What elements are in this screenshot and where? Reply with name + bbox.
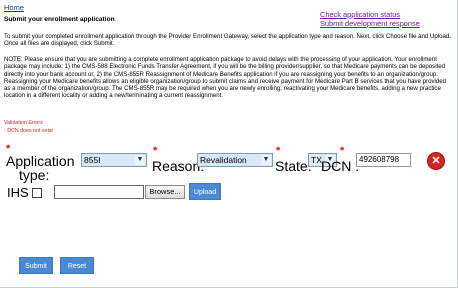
home-link[interactable]: Home xyxy=(4,3,24,12)
dcn-input[interactable]: 492608798 xyxy=(356,153,411,167)
chevron-down-icon: ▼ xyxy=(135,155,145,165)
note-text: NOTE: Please ensure that you are submitt… xyxy=(4,56,447,100)
application-type-label-2: type: xyxy=(19,167,50,183)
state-label: State: xyxy=(275,158,312,174)
error-icon: ✕ xyxy=(428,153,444,169)
browse-button[interactable]: Browse... xyxy=(145,185,185,199)
application-type-value: 855I xyxy=(84,155,101,165)
application-type-label: Application xyxy=(6,153,75,169)
required-marker: * xyxy=(153,145,158,157)
header-links: Check application status Submit developm… xyxy=(320,10,420,28)
ihs-checkbox[interactable] xyxy=(32,188,42,198)
reason-select[interactable]: Revalidation ▼ xyxy=(197,153,273,167)
validation-error-item: - DCN does not exist xyxy=(4,128,53,134)
instructions-text: To submit your completed enrollment appl… xyxy=(4,33,452,48)
submit-development-response-link[interactable]: Submit development response xyxy=(320,19,420,28)
required-marker: * xyxy=(276,145,281,157)
ihs-label: IHS xyxy=(7,185,29,200)
submit-button[interactable]: Submit xyxy=(19,257,53,274)
required-marker: * xyxy=(340,145,345,157)
dcn-label: DCN : xyxy=(321,158,360,174)
chevron-down-icon: ▼ xyxy=(261,155,271,165)
file-path-input[interactable] xyxy=(54,185,144,199)
validation-errors-heading: Validation Errors xyxy=(4,120,43,126)
application-type-select[interactable]: 855I ▼ xyxy=(81,153,147,167)
check-status-link[interactable]: Check application status xyxy=(320,10,420,19)
reset-button[interactable]: Reset xyxy=(60,257,94,274)
page-title: Submit your enrollment application xyxy=(4,16,115,23)
reason-value: Revalidation xyxy=(200,155,247,165)
validation-error-text: DCN does not exist xyxy=(7,128,53,134)
upload-button[interactable]: Upload xyxy=(189,183,221,200)
